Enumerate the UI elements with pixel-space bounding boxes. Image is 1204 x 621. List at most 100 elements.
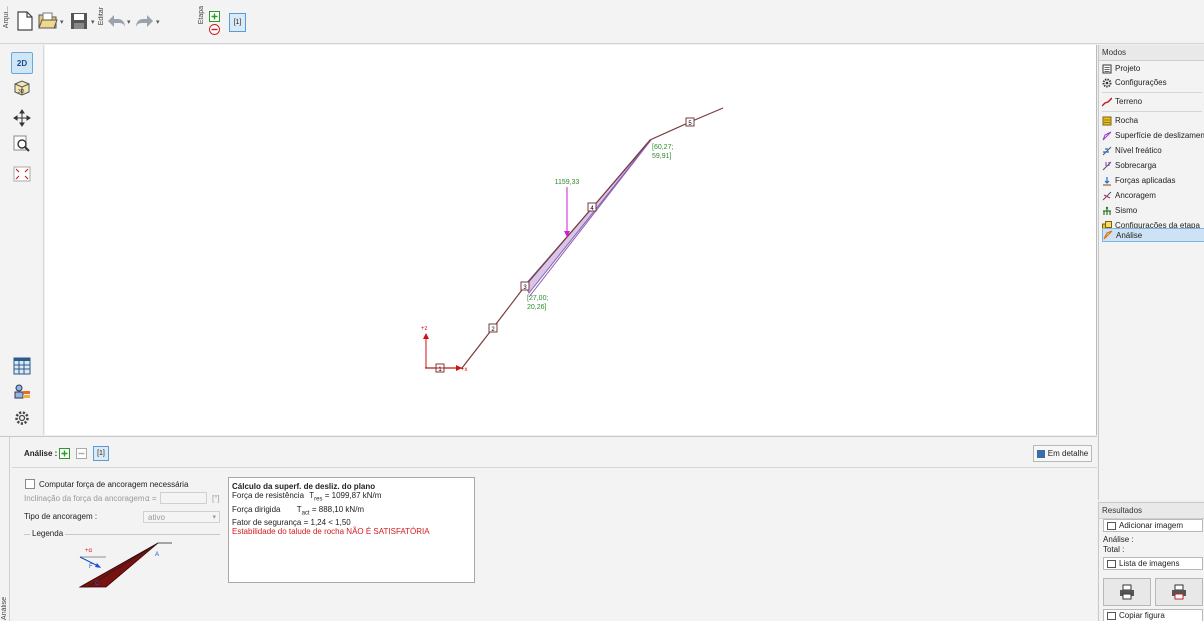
add-stage-icon[interactable] (207, 9, 221, 23)
edit-group-label: Editar (98, 7, 105, 26)
modes-divider (1102, 92, 1202, 93)
legend-diagram: +α F A C (78, 542, 172, 588)
new-file-icon[interactable] (14, 10, 36, 32)
undo-dropdown-icon[interactable]: ▾ (127, 18, 131, 26)
view-toolbar: 2D 3D (0, 45, 44, 435)
save-dropdown-icon[interactable]: ▾ (91, 18, 95, 26)
mode-label: Terreno (1115, 97, 1143, 106)
inclination-input[interactable] (160, 492, 207, 504)
upper-point-coord-2: 59,91] (652, 153, 672, 160)
inclination-label: Inclinação da força da ancoragem : (24, 494, 149, 503)
detail-icon (1036, 449, 1045, 458)
active-label: Força dirigida (232, 504, 281, 514)
compute-anchor-checkbox[interactable] (25, 479, 35, 489)
move-icon[interactable] (11, 107, 33, 129)
anchor-icon (1102, 191, 1112, 200)
view-2d-button[interactable]: 2D (11, 52, 33, 74)
mode-projeto[interactable]: Projeto (1102, 62, 1204, 75)
mode-sobrecarga[interactable]: Sobrecarga (1102, 159, 1204, 172)
resistance-value: = 1099,87 kN/m (324, 491, 382, 500)
anchor-type-select[interactable]: ativo ▾ (143, 511, 220, 523)
mode-label: Projeto (1115, 64, 1141, 73)
remove-stage-icon[interactable] (207, 22, 221, 36)
analysis-count-label: Análise : (1103, 535, 1134, 544)
remove-analysis-icon[interactable] (76, 448, 87, 459)
upper-point-coord-1: [60,27; (652, 144, 673, 151)
rock-icon (1102, 116, 1112, 125)
active-row: Força dirigida Tact = 888,10 kN/m (232, 505, 471, 519)
mode-rocha[interactable]: Rocha (1102, 114, 1204, 127)
table-icon[interactable] (11, 355, 33, 377)
anchor-type-label: Tipo de ancoragem : (24, 512, 98, 521)
lower-point-coord-1: [27,00; (527, 295, 548, 302)
modes-divider (1102, 111, 1202, 112)
image-list-icon (1107, 559, 1116, 568)
earthquake-icon (1103, 206, 1111, 215)
resistance-row: Força de resistência Tres = 1099,87 kN/m (232, 491, 471, 505)
open-folder-icon[interactable] (37, 10, 59, 32)
results-title-text: Cálculo da superf. de desliz. do plano (232, 482, 376, 491)
stage-group-label: Etapa (198, 6, 205, 25)
lower-point-coord-2: 20,26] (527, 304, 547, 311)
modes-panel: Modos Projeto Configurações Terreno Roch… (1098, 45, 1204, 500)
mode-superficie-deslizamento[interactable]: Superfície de deslizamento (1102, 129, 1204, 142)
mode-configuracoes[interactable]: Configurações (1102, 76, 1204, 89)
zoom-icon[interactable] (11, 133, 33, 155)
results-box: Cálculo da superf. de desliz. do plano F… (228, 477, 475, 583)
legend-icon[interactable] (11, 381, 33, 403)
z-axis-label: +z (421, 326, 428, 332)
analysis-tab-1[interactable]: [1] (93, 446, 109, 461)
copy-icon (1107, 611, 1116, 620)
stability-verdict-text: Estabilidade do talude de rocha NÃO É SA… (232, 527, 430, 537)
copy-figure-button[interactable]: Copiar figura (1103, 609, 1203, 621)
mode-label: Ancoragem (1115, 191, 1156, 200)
x-axis-label: +x (461, 367, 468, 373)
mode-forcas-aplicadas[interactable]: Forças aplicadas (1102, 174, 1204, 187)
settings-icon[interactable] (11, 407, 33, 429)
mode-ancoragem[interactable]: Ancoragem (1102, 189, 1204, 202)
analysis-icon (1103, 230, 1113, 240)
add-analysis-icon[interactable] (59, 448, 70, 459)
force-value-label: 1159,33 (555, 179, 580, 186)
mode-label: Sismo (1115, 206, 1138, 215)
open-dropdown-icon[interactable]: ▾ (60, 18, 64, 26)
legend-label: Legenda (30, 529, 66, 538)
analysis-side-label: Análise (1, 597, 8, 620)
water-table-icon (1102, 146, 1112, 155)
stage-1-button[interactable]: [1] (229, 13, 246, 32)
mode-terreno[interactable]: Terreno (1102, 95, 1204, 108)
mode-nivel-freatico[interactable]: Nível freático (1102, 144, 1204, 157)
active-sub: act (301, 510, 310, 517)
z-axis-arrow (423, 333, 429, 339)
slip-surface-icon (1102, 131, 1112, 140)
image-list-button[interactable]: Lista de imagens (1103, 557, 1203, 570)
redo-icon[interactable] (134, 10, 156, 32)
mode-label: Configurações (1115, 78, 1167, 87)
mode-sismo[interactable]: Sismo (1102, 204, 1204, 217)
printer-icon (1120, 584, 1134, 600)
undo-icon[interactable] (105, 10, 127, 32)
mode-label: Sobrecarga (1115, 161, 1157, 170)
project-icon (1102, 64, 1112, 73)
main-toolbar: Arqui... ▾ ▾ Editar ▾ ▾ Etapa [1] (0, 0, 1204, 44)
active-value: = 888,10 kN/m (311, 504, 365, 514)
resistance-sub: res (314, 496, 323, 503)
applied-forces-icon (1103, 176, 1111, 186)
inclination-unit: [°] (212, 494, 220, 503)
save-icon[interactable] (68, 10, 90, 32)
modes-title: Modos (1099, 45, 1204, 61)
redo-dropdown-icon[interactable]: ▾ (156, 18, 160, 26)
alpha-label: α = (145, 494, 157, 503)
print-export-button[interactable] (1155, 578, 1203, 606)
safety-factor-text: Fator de segurança = 1,24 < 1,50 (232, 518, 351, 528)
results-title: Resultados (1099, 503, 1204, 519)
in-detail-button[interactable]: Em detalhe (1033, 445, 1092, 462)
drawing-canvas[interactable]: 1 2 3 4 5 1159,33 [60,27; 59,91] [27,00;… (45, 45, 1097, 435)
copy-figure-label: Copiar figura (1119, 611, 1165, 620)
view-3d-button[interactable]: 3D (11, 77, 33, 99)
print-button[interactable] (1103, 578, 1151, 606)
file-group-label: Arqui... (3, 6, 10, 29)
add-image-button[interactable]: Adicionar imagem (1103, 519, 1203, 532)
fit-view-icon[interactable] (11, 163, 33, 185)
mode-analise[interactable]: Análise (1102, 228, 1204, 242)
